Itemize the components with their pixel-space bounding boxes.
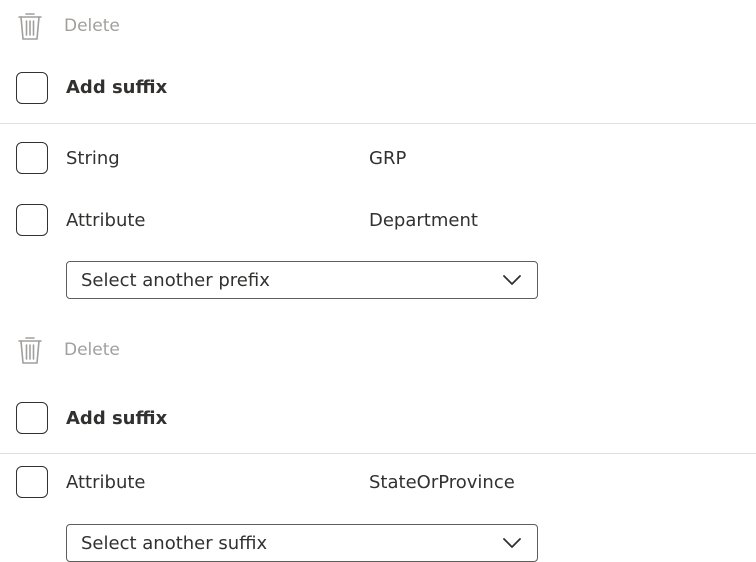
- attribute-label: Attribute: [66, 210, 146, 231]
- section-divider: [0, 123, 756, 124]
- trash-icon: [16, 10, 44, 42]
- trash-icon: [16, 334, 44, 366]
- string-label: String: [66, 148, 120, 169]
- add-suffix-label: Add suffix: [66, 408, 168, 429]
- attribute-value: StateOrProvince: [369, 472, 515, 493]
- attribute-checkbox[interactable]: [16, 204, 48, 236]
- add-suffix-checkbox[interactable]: [16, 72, 48, 104]
- attribute-checkbox[interactable]: [16, 466, 48, 498]
- prefix-dropdown-value: Select another prefix: [81, 270, 270, 291]
- chevron-down-icon: [501, 535, 523, 551]
- attribute-value: Department: [369, 210, 478, 231]
- chevron-down-icon: [501, 272, 523, 288]
- add-suffix-checkbox[interactable]: [16, 402, 48, 434]
- suffix-dropdown-value: Select another suffix: [81, 533, 268, 554]
- prefix-dropdown[interactable]: Select another prefix: [66, 261, 538, 299]
- suffix-dropdown[interactable]: Select another suffix: [66, 524, 538, 562]
- delete-label: Delete: [64, 16, 120, 36]
- delete-button[interactable]: Delete: [16, 10, 120, 42]
- string-value: GRP: [369, 148, 407, 169]
- delete-label: Delete: [64, 340, 120, 360]
- attribute-label: Attribute: [66, 472, 146, 493]
- add-suffix-label: Add suffix: [66, 77, 168, 98]
- delete-button[interactable]: Delete: [16, 334, 120, 366]
- section-divider: [0, 453, 756, 454]
- string-checkbox[interactable]: [16, 142, 48, 174]
